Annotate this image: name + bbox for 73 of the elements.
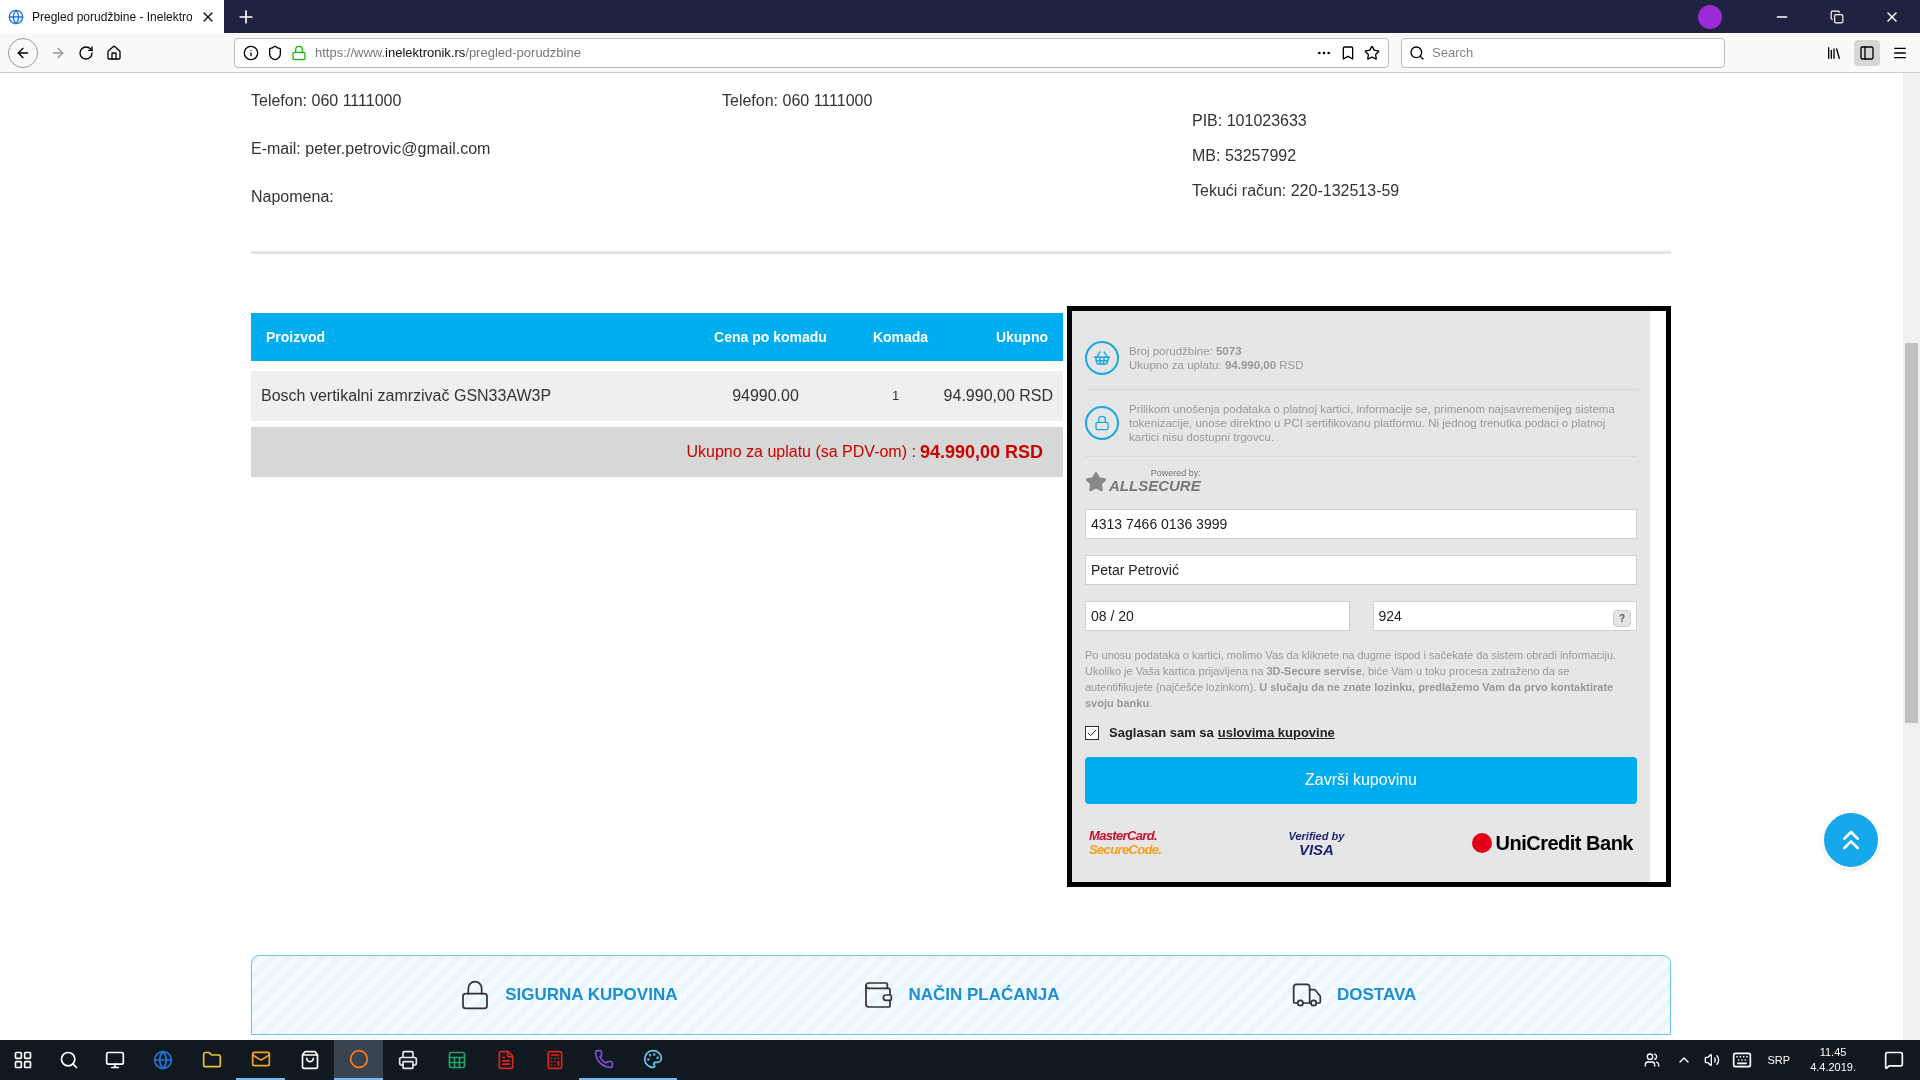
agree-label: Saglasan sam sa	[1109, 724, 1214, 742]
search-field[interactable]: Search	[1401, 37, 1725, 68]
browser-tab[interactable]: Pregled porudžbine - Inelektro	[0, 0, 224, 33]
site-icon	[8, 8, 24, 25]
customer-detail: E-mail: peter.petrovic@gmail.com	[251, 139, 492, 159]
table-cell-text: Bosch vertikalni zamrzivač GSN33AW3P	[261, 386, 553, 406]
feature-title: NAČIN PLAĆANJA	[908, 983, 1060, 1006]
star-icon[interactable]	[1364, 44, 1380, 61]
bag-icon	[299, 1050, 320, 1070]
home-icon[interactable]	[106, 44, 122, 61]
feature-title: DOSTAVA	[1337, 983, 1417, 1006]
address-bar[interactable]: https://www.inelektronik.rs/pregled-porudzbine	[234, 37, 1389, 68]
instructions-text: Po unosu podataka o kartici, molimo Vas da kliknete na dugme ispod i sačekate da sistem obradi informaciju. Ukoliko je Vaša kartica prijavljena na 3D-Secure servise, biće Vam u toku procesa zatraženo da se autentifikujete (najčešće lozinkom). U slučaju da ne znate lozinku, predlažemo Vam da prvo kontaktirate svoju banku.	[1085, 648, 1618, 711]
shield-icon	[267, 44, 283, 61]
total-label: Ukupno za uplatu (sa PDV-om) :	[686, 442, 916, 462]
search-icon	[1409, 44, 1425, 61]
phone-icon	[593, 1049, 614, 1069]
order-number: Broj porudžbine: 5073	[1129, 344, 1243, 358]
feature-title: SIGURNA KUPOVINA	[505, 983, 678, 1006]
checkbox[interactable]	[1085, 725, 1099, 740]
allsecure-logo: Powered by: ALLSECURE	[1085, 469, 1637, 493]
folder-icon	[201, 1050, 222, 1070]
mail-icon	[250, 1049, 271, 1069]
sidebar-icon	[1859, 44, 1875, 61]
table-cell-text: 1	[890, 387, 901, 406]
lock-icon	[1085, 406, 1119, 440]
search-icon[interactable]	[59, 1050, 79, 1070]
palette-icon	[642, 1049, 663, 1069]
notification-icon[interactable]	[1884, 1050, 1904, 1070]
bank-logo: UniCredit Bank	[1471, 827, 1633, 858]
mastercard-logo: MasterCard. SecureCode.	[1089, 828, 1162, 857]
windows-icon[interactable]	[13, 1050, 33, 1070]
customer-detail: Napomena:	[251, 187, 335, 207]
cardholder-field[interactable]: Petar Petrović	[1085, 555, 1637, 585]
language-indicator[interactable]: SRP	[1767, 1051, 1791, 1069]
terms-link[interactable]: uslovima kupovine	[1217, 723, 1335, 743]
customer-detail: Telefon: 060 1111000	[251, 91, 403, 111]
column-header: Cena po komadu	[713, 327, 828, 347]
reload-icon[interactable]	[78, 44, 94, 61]
order-amount: Ukupno za uplatu: 94.990,00 RSD	[1129, 358, 1304, 372]
info-icon	[243, 44, 259, 61]
restore-icon[interactable]	[1830, 9, 1844, 24]
printer-icon	[397, 1050, 418, 1070]
security-note: Prilikom unošenja podataka o platnoj kartici, informacije se, primenom najsavremenijeg sistema tokenizacije, unose direktno u PCI sertifikovanu platformu. Ni jednog trenutka podaci o platnoj kartici nisu dostupni trgovcu.	[1129, 402, 1616, 444]
column-header: Ukupno	[994, 327, 1048, 347]
task-view-icon[interactable]	[105, 1050, 125, 1070]
basket-icon	[1085, 341, 1119, 375]
keyboard-icon[interactable]	[1731, 1050, 1752, 1070]
cvv-field[interactable]: 924 ?	[1372, 601, 1637, 631]
seller-detail: MB: 53257992	[1192, 146, 1298, 166]
scrollbar[interactable]	[1903, 73, 1920, 1040]
column-header: Proizvod	[266, 327, 327, 347]
seller-detail: Tekući račun: 220-132513-59	[1192, 181, 1401, 201]
scroll-top-button[interactable]	[1822, 811, 1880, 869]
people-icon[interactable]	[1643, 1052, 1660, 1068]
seller-detail: PIB: 101023633	[1192, 111, 1308, 131]
library-icon[interactable]	[1826, 44, 1842, 61]
volume-icon[interactable]	[1703, 1052, 1720, 1068]
clock-time: 11.45	[1819, 1045, 1847, 1060]
card-number-field[interactable]: 4313 7466 0136 3999	[1085, 509, 1637, 539]
table-cell-text: 94.990,00 RSD	[943, 386, 1053, 406]
sidebar-toggle-button[interactable]	[1854, 39, 1880, 66]
column-header: Komada	[871, 327, 930, 347]
total-value: 94.990,00 RSD	[919, 440, 1043, 464]
table-cell-text: 94990.00	[731, 386, 800, 406]
expiry-field[interactable]: 08 / 20	[1085, 601, 1350, 631]
lock-icon	[291, 44, 307, 61]
help-button[interactable]: ?	[1613, 609, 1631, 627]
visa-logo: Verified by VISA	[1288, 828, 1345, 857]
spreadsheet-icon	[446, 1050, 467, 1070]
url-text: https://www.inelektronik.rs/pregled-porudzbine	[315, 43, 582, 62]
clock-date: 4.4.2019.	[1810, 1060, 1856, 1075]
recipient-detail: Telefon: 060 1111000	[722, 91, 874, 111]
